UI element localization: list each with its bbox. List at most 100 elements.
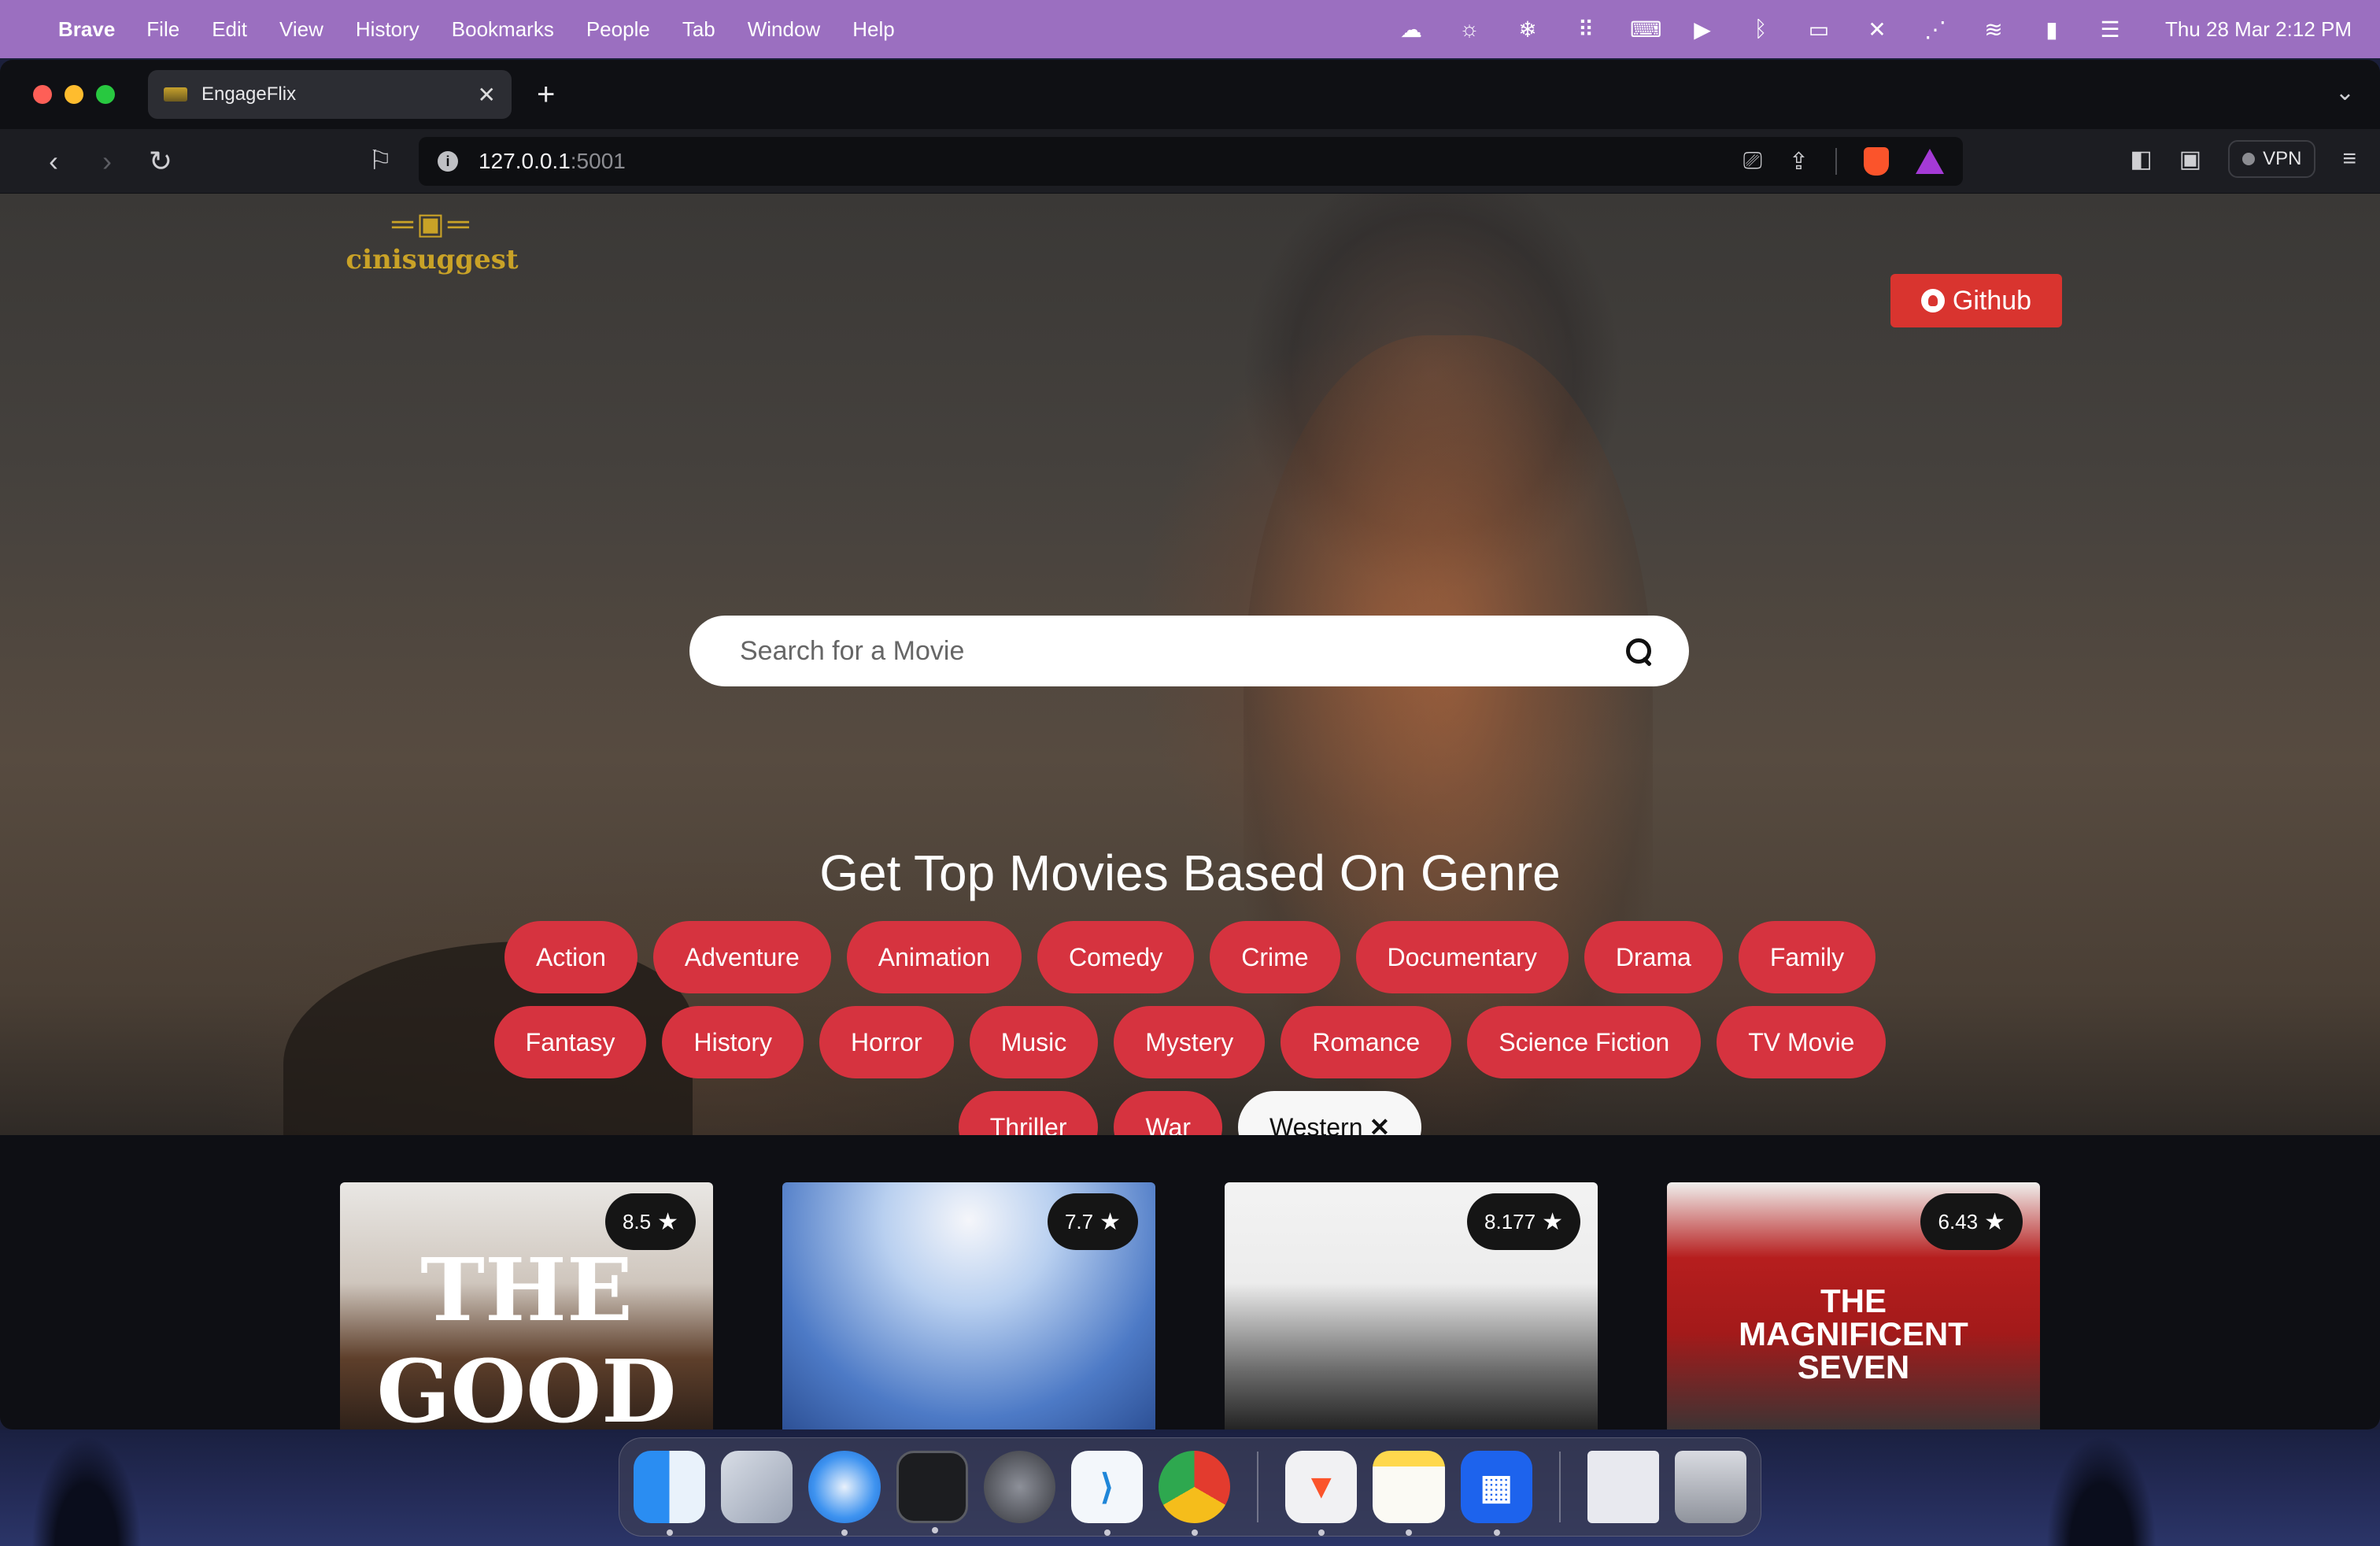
brightness-icon[interactable]: ☼ xyxy=(1455,17,1484,42)
brave-rewards-icon[interactable] xyxy=(1916,149,1944,174)
search-input[interactable] xyxy=(740,635,1623,667)
movie-card[interactable]: 8.177 ★ xyxy=(1225,1182,1598,1429)
genre-chip-family[interactable]: Family xyxy=(1738,921,1876,993)
genre-chip-documentary[interactable]: Documentary xyxy=(1355,921,1569,993)
vpn-label: VPN xyxy=(2263,148,2302,169)
sidebar-toggle-icon[interactable]: ◧ xyxy=(2130,146,2152,173)
keyboard-icon[interactable]: ⌨ xyxy=(1630,17,1661,43)
movie-card[interactable]: 7.7 ★ xyxy=(782,1182,1155,1429)
close-tab-icon[interactable]: ✕ xyxy=(478,82,496,108)
safari-icon[interactable] xyxy=(808,1451,881,1536)
snowflake-icon[interactable]: ❄ xyxy=(1513,17,1542,43)
trash-icon[interactable] xyxy=(1674,1451,1747,1523)
reload-button[interactable]: ↻ xyxy=(134,145,187,178)
genre-chip-adventure[interactable]: Adventure xyxy=(652,921,831,993)
display-icon[interactable]: ▭ xyxy=(1805,17,1833,43)
address-bar[interactable]: i 127.0.0.1 :5001 ⎚ ⇪ xyxy=(419,137,1963,186)
genre-chip-drama[interactable]: Drama xyxy=(1584,921,1723,993)
url-port: :5001 xyxy=(570,149,626,173)
share-icon[interactable]: ⇪ xyxy=(1789,148,1809,176)
preview-icon[interactable] xyxy=(1587,1451,1659,1523)
search-icon[interactable] xyxy=(1623,635,1654,667)
wallet-icon[interactable]: ▣ xyxy=(2179,146,2201,173)
palm-silhouette xyxy=(2046,1436,2156,1546)
genre-chip-action[interactable]: Action xyxy=(504,921,638,993)
rating-badge: 7.7 ★ xyxy=(1047,1193,1138,1250)
battery-icon[interactable]: ▮ xyxy=(2038,17,2066,43)
creative-cloud-icon[interactable]: ☁ xyxy=(1397,17,1425,43)
movie-card[interactable]: THE MAGNIFICENT SEVEN 6.43 ★ xyxy=(1667,1182,2040,1429)
control-center-icon[interactable]: ☰ xyxy=(2096,17,2124,43)
chrome-icon[interactable] xyxy=(1159,1451,1231,1536)
tab-title: EngageFlix xyxy=(201,83,297,105)
bookmark-icon[interactable]: ⚐ xyxy=(368,145,392,176)
mute-icon[interactable]: ✕ xyxy=(1863,17,1891,43)
tab-search-chevron-icon[interactable]: ⌄ xyxy=(2335,79,2355,106)
tab-strip: EngageFlix ✕ + ⌄ xyxy=(0,60,2380,129)
tab-engageflix[interactable]: EngageFlix ✕ xyxy=(148,70,512,119)
zoom-window-button[interactable] xyxy=(96,85,115,104)
logo-text: cinisuggest xyxy=(346,244,519,276)
menu-clock[interactable]: Thu 28 Mar 2:12 PM xyxy=(2165,17,2352,42)
menu-window[interactable]: Window xyxy=(748,17,820,42)
genre-chip-tv-movie[interactable]: TV Movie xyxy=(1717,1006,1887,1078)
app-menu-brave[interactable]: Brave xyxy=(58,17,115,42)
launchpad-icon[interactable] xyxy=(721,1451,793,1523)
genre-chip-comedy[interactable]: Comedy xyxy=(1037,921,1195,993)
poster-title-text: THE GOOD xyxy=(376,1239,677,1429)
finder-icon[interactable] xyxy=(634,1451,706,1536)
bluetooth-icon[interactable]: ᛒ xyxy=(1746,17,1775,42)
cast-icon[interactable]: ⎚ xyxy=(1743,148,1762,175)
notes-icon[interactable] xyxy=(1373,1451,1445,1536)
vscode-icon[interactable]: ⟩ xyxy=(1070,1451,1144,1536)
brave-shields-icon[interactable] xyxy=(1864,147,1889,176)
menu-file[interactable]: File xyxy=(146,17,179,42)
site-info-icon[interactable]: i xyxy=(438,151,458,172)
grid-dots-icon[interactable]: ⠿ xyxy=(1572,17,1600,43)
rating-value: 6.43 xyxy=(1938,1209,1979,1233)
vpn-button[interactable]: VPN xyxy=(2228,140,2316,178)
system-settings-icon[interactable] xyxy=(983,1451,1055,1523)
genre-chip-fantasy[interactable]: Fantasy xyxy=(493,1006,647,1078)
dots-arc-icon[interactable]: ⋰ xyxy=(1921,17,1949,43)
running-indicator xyxy=(1192,1529,1199,1536)
menu-view[interactable]: View xyxy=(279,17,323,42)
menu-history[interactable]: History xyxy=(356,17,419,42)
site-logo[interactable]: ═▣═ cinisuggest xyxy=(345,205,519,280)
web-page: ═▣═ cinisuggest Github Get Top Movies Ba… xyxy=(0,194,2380,1429)
docker-icon[interactable]: ▦ xyxy=(1460,1451,1532,1536)
genre-chip-mystery[interactable]: Mystery xyxy=(1114,1006,1266,1078)
movie-results: THE GOOD 8.5 ★ 7.7 ★ 8.177 ★ THE MAGNIFI… xyxy=(0,1135,2380,1429)
projector-logo-icon: ═▣═ xyxy=(392,208,472,241)
genre-chip-history[interactable]: History xyxy=(662,1006,804,1078)
dock-divider xyxy=(1558,1452,1561,1522)
wifi-icon[interactable]: ≋ xyxy=(1979,17,2008,43)
hamburger-menu-icon[interactable]: ≡ xyxy=(2342,146,2356,172)
brave-icon[interactable]: ▼ xyxy=(1285,1451,1358,1536)
menu-bookmarks[interactable]: Bookmarks xyxy=(452,17,554,42)
menu-people[interactable]: People xyxy=(586,17,650,42)
rating-badge: 8.5 ★ xyxy=(604,1193,696,1250)
close-window-button[interactable] xyxy=(33,85,52,104)
genre-chip-music[interactable]: Music xyxy=(969,1006,1099,1078)
back-button[interactable]: ‹ xyxy=(27,145,80,178)
genre-chip-science-fiction[interactable]: Science Fiction xyxy=(1467,1006,1702,1078)
running-indicator xyxy=(1493,1529,1500,1536)
toolbar-actions: ◧ ▣ VPN ≡ xyxy=(2130,140,2356,178)
terminal-icon[interactable] xyxy=(896,1451,968,1533)
genre-chip-crime[interactable]: Crime xyxy=(1210,921,1340,993)
genre-chip-horror[interactable]: Horror xyxy=(819,1006,954,1078)
dock-divider xyxy=(1257,1452,1259,1522)
genre-chip-romance[interactable]: Romance xyxy=(1281,1006,1452,1078)
minimize-window-button[interactable] xyxy=(65,85,83,104)
vpn-status-dot xyxy=(2242,153,2256,165)
play-circle-icon[interactable]: ▶ xyxy=(1688,17,1717,43)
menu-help[interactable]: Help xyxy=(852,17,894,42)
genre-chip-animation[interactable]: Animation xyxy=(846,921,1022,993)
new-tab-button[interactable]: + xyxy=(537,77,555,113)
menu-edit[interactable]: Edit xyxy=(212,17,247,42)
github-button[interactable]: Github xyxy=(1890,274,2062,327)
movie-card[interactable]: THE GOOD 8.5 ★ xyxy=(340,1182,713,1429)
menu-tab[interactable]: Tab xyxy=(682,17,715,42)
forward-button[interactable]: › xyxy=(80,145,134,178)
